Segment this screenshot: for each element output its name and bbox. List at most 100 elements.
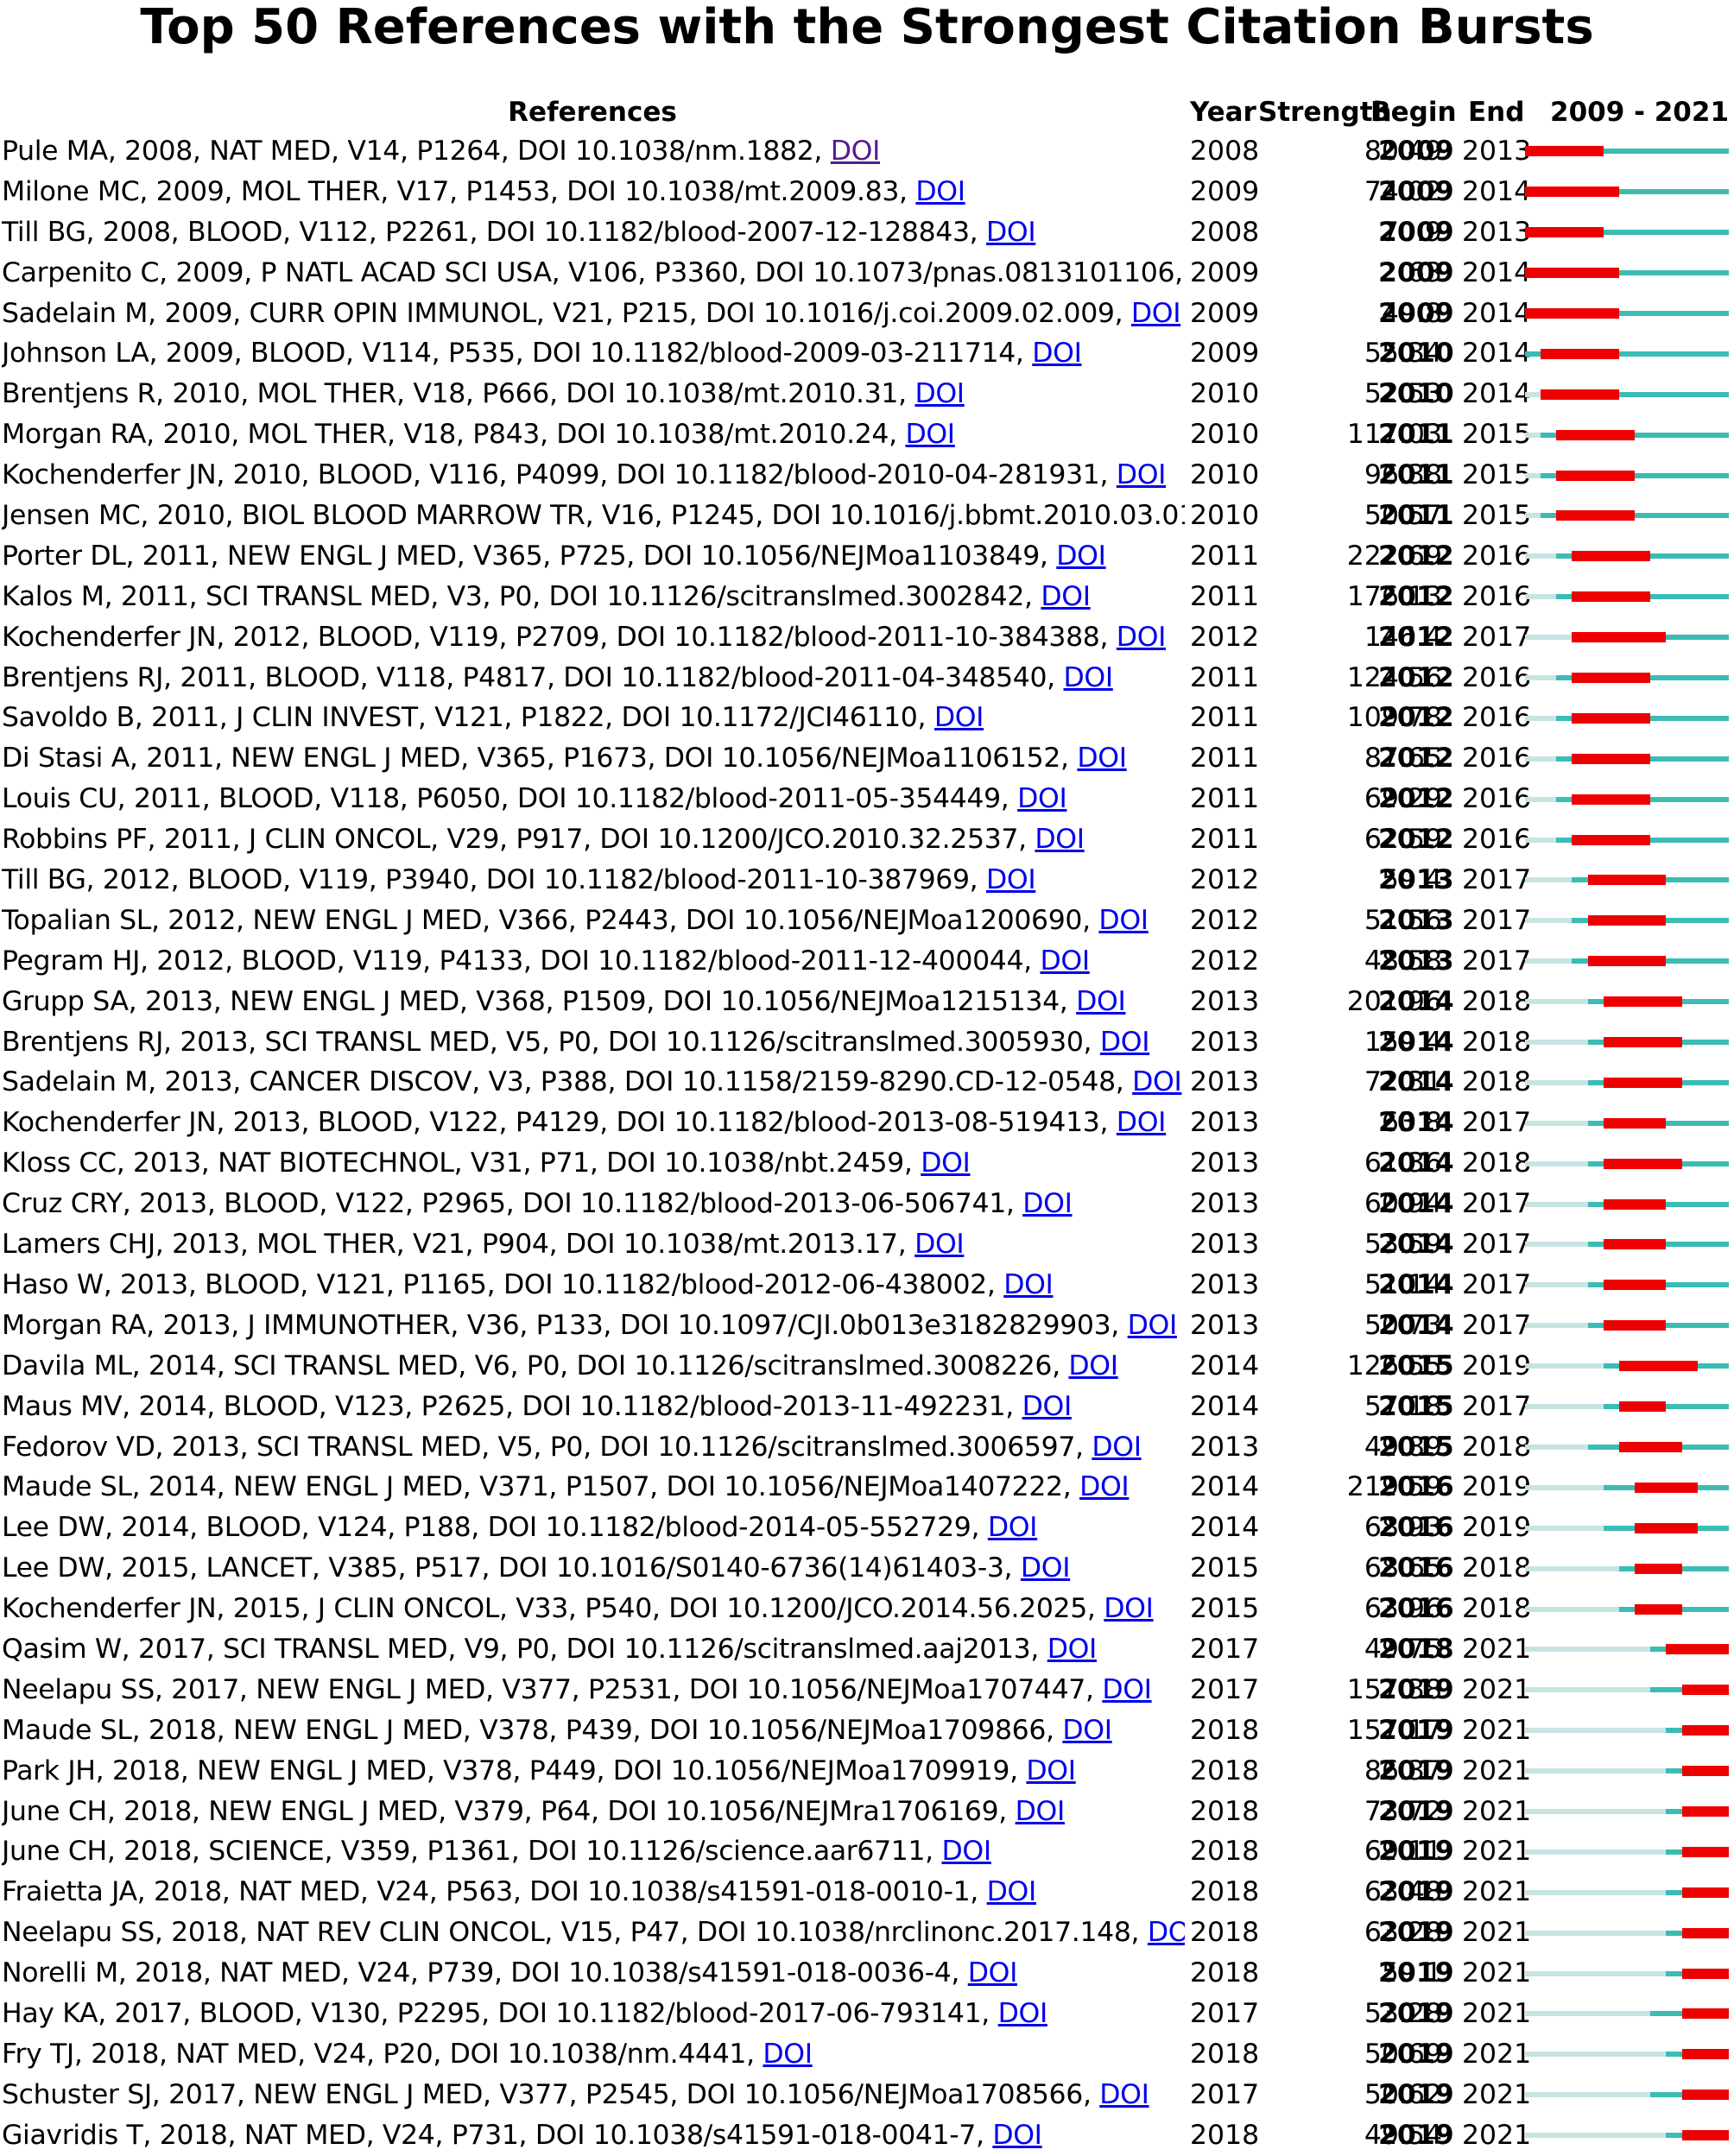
- doi-link[interactable]: DOI: [1056, 541, 1106, 572]
- doi-link[interactable]: DOI: [934, 702, 984, 733]
- begin-cell: 2011: [1378, 459, 1454, 491]
- doi-link[interactable]: DOI: [1092, 1432, 1142, 1463]
- burst-timeline: [1525, 131, 1729, 172]
- burst-segment: [1635, 1522, 1698, 1533]
- doi-link[interactable]: DOI: [1047, 1634, 1098, 1665]
- table-row: Sadelain M, 2009, CURR OPIN IMMUNOL, V21…: [0, 294, 1734, 334]
- burst-timeline: [1525, 738, 1729, 779]
- doi-link[interactable]: DOI: [1040, 945, 1090, 977]
- burst-segment: [1681, 1968, 1729, 1979]
- doi-link[interactable]: DOI: [1148, 1917, 1185, 1948]
- burst-segment: [1635, 1482, 1698, 1493]
- doi-link[interactable]: DOI: [1117, 622, 1167, 653]
- doi-link[interactable]: DOI: [1117, 459, 1167, 490]
- doi-link[interactable]: DOI: [1032, 338, 1082, 369]
- inactive-segment: [1525, 756, 1557, 762]
- header-references: References: [508, 97, 677, 128]
- table-row: Kochenderfer JN, 2013, BLOOD, V122, P412…: [0, 1103, 1734, 1143]
- doi-link[interactable]: DOI: [1132, 1066, 1182, 1097]
- begin-cell: 2013: [1378, 945, 1454, 977]
- burst-timeline: [1525, 172, 1729, 212]
- begin-cell: 2009: [1378, 136, 1454, 167]
- inactive-segment: [1525, 999, 1588, 1005]
- table-row: Porter DL, 2011, NEW ENGL J MED, V365, P…: [0, 536, 1734, 577]
- reference-cell: Pule MA, 2008, NAT MED, V14, P1264, DOI …: [2, 131, 1185, 172]
- doi-link[interactable]: DOI: [968, 1957, 1018, 1988]
- end-cell: 2021: [1462, 2078, 1532, 2110]
- doi-link[interactable]: DOI: [941, 1836, 991, 1867]
- doi-link[interactable]: DOI: [1022, 1188, 1073, 1219]
- doi-link[interactable]: DOI: [1131, 298, 1181, 329]
- doi-link[interactable]: DOI: [1076, 986, 1126, 1017]
- doi-link[interactable]: DOI: [1016, 1796, 1066, 1827]
- doi-link[interactable]: DOI: [1077, 743, 1127, 774]
- doi-link[interactable]: DOI: [1117, 1107, 1167, 1138]
- doi-link[interactable]: DOI: [905, 419, 955, 450]
- table-row: Till BG, 2012, BLOOD, V119, P3940, DOI 1…: [0, 860, 1734, 901]
- burst-timeline: [1525, 536, 1729, 577]
- doi-link[interactable]: DOI: [986, 864, 1036, 895]
- burst-segment: [1618, 1401, 1667, 1413]
- doi-link[interactable]: DOI: [915, 176, 965, 207]
- doi-link[interactable]: DOI: [763, 2039, 813, 2070]
- doi-link[interactable]: DOI: [921, 1148, 971, 1179]
- inactive-segment: [1525, 1565, 1619, 1571]
- burst-segment: [1603, 1239, 1667, 1250]
- burst-segment: [1681, 1927, 1729, 1938]
- doi-link[interactable]: DOI: [1068, 1350, 1118, 1381]
- end-cell: 2019: [1462, 1471, 1532, 1503]
- reference-cell: Di Stasi A, 2011, NEW ENGL J MED, V365, …: [2, 738, 1185, 779]
- doi-link[interactable]: DOI: [1035, 824, 1085, 855]
- table-row: Maude SL, 2018, NEW ENGL J MED, V378, P4…: [0, 1710, 1734, 1751]
- reference-text: Pule MA, 2008, NAT MED, V14, P1264, DOI …: [2, 136, 831, 167]
- burst-segment: [1541, 389, 1619, 400]
- doi-link[interactable]: DOI: [831, 136, 881, 167]
- doi-link[interactable]: DOI: [1022, 1391, 1073, 1422]
- doi-link[interactable]: DOI: [1017, 783, 1067, 814]
- header-end: End: [1468, 97, 1525, 128]
- reference-cell: Maude SL, 2014, NEW ENGL J MED, V371, P1…: [2, 1467, 1185, 1508]
- table-row: Lee DW, 2015, LANCET, V385, P517, DOI 10…: [0, 1548, 1734, 1589]
- doi-link[interactable]: DOI: [1104, 1593, 1154, 1624]
- burst-segment: [1556, 510, 1636, 522]
- burst-segment: [1556, 470, 1636, 481]
- burst-timeline: [1525, 1467, 1729, 1508]
- reference-cell: Sadelain M, 2013, CANCER DISCOV, V3, P38…: [2, 1062, 1185, 1103]
- begin-cell: 2019: [1378, 2078, 1454, 2110]
- doi-link[interactable]: DOI: [1100, 1027, 1150, 1058]
- table-row: Kalos M, 2011, SCI TRANSL MED, V3, P0, D…: [0, 577, 1734, 617]
- begin-cell: 2009: [1378, 175, 1454, 207]
- begin-cell: 2012: [1378, 824, 1454, 856]
- doi-link[interactable]: DOI: [1041, 581, 1091, 612]
- doi-link[interactable]: DOI: [1026, 1755, 1076, 1786]
- doi-link[interactable]: DOI: [1062, 1715, 1112, 1746]
- end-cell: 2014: [1462, 338, 1532, 370]
- inactive-segment: [1525, 513, 1541, 519]
- doi-link[interactable]: DOI: [914, 378, 965, 409]
- doi-link[interactable]: DOI: [992, 2120, 1042, 2151]
- begin-cell: 2019: [1378, 1795, 1454, 1827]
- doi-link[interactable]: DOI: [1128, 1310, 1178, 1341]
- table-row: Kochenderfer JN, 2010, BLOOD, V116, P409…: [0, 455, 1734, 496]
- doi-link[interactable]: DOI: [1098, 905, 1149, 936]
- burst-segment: [1525, 187, 1619, 198]
- table-row: Till BG, 2008, BLOOD, V112, P2261, DOI 1…: [0, 212, 1734, 253]
- doi-link[interactable]: DOI: [988, 1512, 1038, 1543]
- doi-link[interactable]: DOI: [1064, 662, 1114, 693]
- doi-link[interactable]: DOI: [1079, 1471, 1130, 1502]
- table-row: Louis CU, 2011, BLOOD, V118, P6050, DOI …: [0, 779, 1734, 819]
- doi-link[interactable]: DOI: [1102, 1674, 1152, 1705]
- reference-text: Brentjens RJ, 2011, BLOOD, V118, P4817, …: [2, 661, 1064, 693]
- doi-link[interactable]: DOI: [986, 217, 1036, 248]
- burst-timeline: [1525, 1629, 1729, 1670]
- doi-link[interactable]: DOI: [987, 1876, 1037, 1907]
- doi-link[interactable]: DOI: [914, 1229, 965, 1260]
- doi-link[interactable]: DOI: [998, 1998, 1048, 2029]
- burst-segment: [1572, 673, 1651, 684]
- doi-link[interactable]: DOI: [1021, 1552, 1071, 1584]
- reference-cell: Topalian SL, 2012, NEW ENGL J MED, V366,…: [2, 901, 1185, 941]
- doi-link[interactable]: DOI: [1099, 2079, 1149, 2110]
- doi-link[interactable]: DOI: [1003, 1269, 1054, 1300]
- inactive-segment: [1525, 1889, 1667, 1895]
- begin-cell: 2012: [1378, 540, 1454, 572]
